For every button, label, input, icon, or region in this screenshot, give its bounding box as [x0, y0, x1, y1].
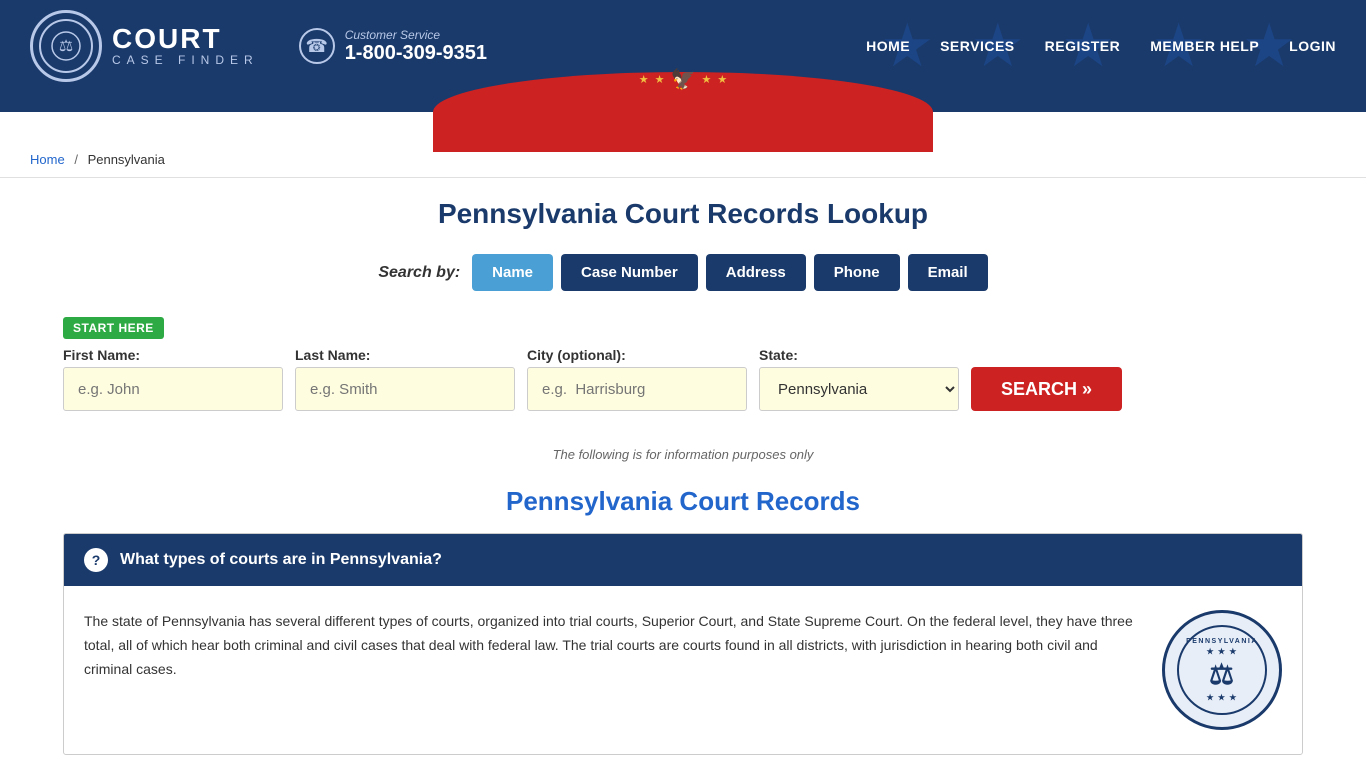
seal-balance-icon: ⚖ [1209, 658, 1235, 691]
svg-text:⚖: ⚖ [59, 38, 73, 55]
last-name-group: Last Name: [295, 347, 515, 411]
nav-home[interactable]: HOME [866, 38, 910, 54]
eagle-banner: ★★ 🦅 ★★ [0, 92, 1366, 142]
seal-stars-bottom: ★ ★ ★ [1207, 693, 1238, 702]
red-arc: ★★ 🦅 ★★ [433, 72, 933, 152]
state-group: State: Pennsylvania AlabamaAlaskaArizona… [759, 347, 959, 411]
city-input[interactable] [527, 367, 747, 411]
page-title: Pennsylvania Court Records Lookup [63, 198, 1303, 230]
header-left: ⚖ COURT CASE FINDER ☎ Customer Service 1… [30, 10, 487, 82]
customer-service: ☎ Customer Service 1-800-309-9351 [299, 28, 487, 65]
logo-circle: ⚖ [30, 10, 102, 82]
logo-area: ⚖ COURT CASE FINDER [30, 10, 259, 82]
seal-stars: ★ ★ ★ [1207, 647, 1238, 656]
first-name-input[interactable] [63, 367, 283, 411]
tab-case-number[interactable]: Case Number [561, 254, 698, 291]
logo-case-finder-label: CASE FINDER [112, 53, 259, 67]
form-row: First Name: Last Name: City (optional): … [63, 347, 1303, 411]
state-select[interactable]: Pennsylvania AlabamaAlaskaArizona Arkans… [759, 367, 959, 411]
cs-text: Customer Service 1-800-309-9351 [345, 28, 487, 65]
faq-header-text: What types of courts are in Pennsylvania… [120, 551, 442, 569]
nav-register[interactable]: REGISTER [1045, 38, 1121, 54]
tab-email[interactable]: Email [908, 254, 988, 291]
nav-services[interactable]: SERVICES [940, 38, 1015, 54]
logo-court-label: COURT [112, 25, 259, 53]
pa-seal: PENNSYLVANIA ★ ★ ★ ⚖ ★ ★ ★ [1162, 610, 1282, 730]
eagle-center: ★★ 🦅 ★★ [639, 67, 727, 92]
headset-icon: ☎ [299, 28, 335, 64]
last-name-input[interactable] [295, 367, 515, 411]
faq-answer: The state of Pennsylvania has several di… [84, 610, 1142, 681]
cs-phone: 1-800-309-9351 [345, 42, 487, 65]
tab-phone[interactable]: Phone [814, 254, 900, 291]
first-name-label: First Name: [63, 347, 283, 363]
faq-item: ? What types of courts are in Pennsylvan… [63, 533, 1303, 755]
info-note: The following is for information purpose… [63, 447, 1303, 462]
search-by-row: Search by: Name Case Number Address Phon… [63, 254, 1303, 291]
search-by-label: Search by: [378, 264, 460, 282]
state-label: State: [759, 347, 959, 363]
city-group: City (optional): [527, 347, 747, 411]
cs-label: Customer Service [345, 28, 487, 42]
faq-header[interactable]: ? What types of courts are in Pennsylvan… [64, 534, 1302, 586]
first-name-group: First Name: [63, 347, 283, 411]
start-here-badge: START HERE [63, 317, 164, 339]
seal-inner: PENNSYLVANIA ★ ★ ★ ⚖ ★ ★ ★ [1177, 625, 1267, 715]
nav-member-help[interactable]: MEMBER HELP [1150, 38, 1259, 54]
faq-body: The state of Pennsylvania has several di… [64, 586, 1302, 754]
records-section-title: Pennsylvania Court Records [63, 486, 1303, 517]
tab-address[interactable]: Address [706, 254, 806, 291]
breadcrumb-current: Pennsylvania [88, 152, 165, 167]
last-name-label: Last Name: [295, 347, 515, 363]
nav-login[interactable]: LOGIN [1289, 38, 1336, 54]
tab-name[interactable]: Name [472, 254, 553, 291]
faq-question-icon: ? [84, 548, 108, 572]
logo-emblem: ⚖ [39, 19, 93, 73]
logo-text: COURT CASE FINDER [112, 25, 259, 67]
stars-left: ★★ 🦅 ★★ [639, 67, 727, 92]
breadcrumb-home[interactable]: Home [30, 152, 65, 167]
seal-text-top: PENNSYLVANIA [1186, 638, 1258, 645]
city-label: City (optional): [527, 347, 747, 363]
search-button[interactable]: SEARCH » [971, 367, 1122, 411]
breadcrumb-separator: / [74, 152, 78, 167]
search-form-area: START HERE First Name: Last Name: City (… [63, 307, 1303, 431]
main-content: Pennsylvania Court Records Lookup Search… [33, 178, 1333, 775]
nav-menu: HOME SERVICES REGISTER MEMBER HELP LOGIN [866, 38, 1336, 54]
